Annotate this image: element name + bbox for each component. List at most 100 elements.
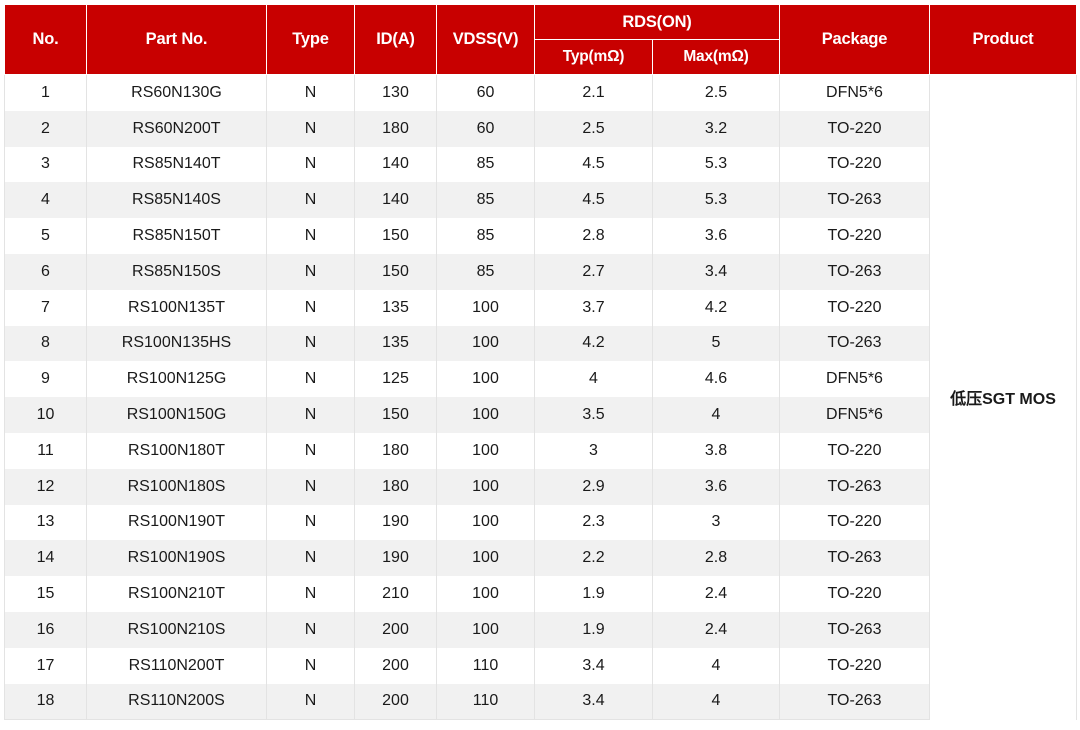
cell-rds-typ: 2.5 [534,110,653,147]
column-header-rds-max[interactable]: Max(mΩ) [652,39,780,75]
cell-part-no: RS100N180S [86,468,267,505]
table-row[interactable]: 18 RS110N200S N 200 110 3.4 4 TO-263 [4,683,1077,721]
cell-package: TO-220 [779,289,930,326]
cell-no: 5 [4,218,87,254]
table-row[interactable]: 7 RS100N135T N 135 100 3.7 4.2 TO-220 [4,289,1077,326]
table-header: No. Part No. Type ID(A) VDSS(V) RDS(ON) … [4,4,1077,75]
column-header-package[interactable]: Package [779,4,930,75]
cell-package: TO-263 [779,468,930,505]
cell-vdss: 100 [436,611,535,648]
table-row[interactable]: 15 RS100N210T N 210 100 1.9 2.4 TO-220 [4,576,1077,612]
cell-type: N [266,683,355,721]
table-row[interactable]: 2 RS60N200T N 180 60 2.5 3.2 TO-220 [4,110,1077,147]
cell-type: N [266,110,355,147]
column-header-rds-typ[interactable]: Typ(mΩ) [534,39,653,75]
column-header-no[interactable]: No. [4,4,87,75]
table-row[interactable]: 5 RS85N150T N 150 85 2.8 3.6 TO-220 [4,218,1077,254]
cell-vdss: 100 [436,432,535,469]
table-row[interactable]: 14 RS100N190S N 190 100 2.2 2.8 TO-263 [4,540,1077,577]
table-row[interactable]: 6 RS85N150S N 150 85 2.7 3.4 TO-263 [4,253,1077,290]
cell-package: TO-263 [779,611,930,648]
cell-no: 18 [4,683,87,721]
cell-id: 125 [354,361,437,398]
column-header-rds-on[interactable]: RDS(ON) [534,4,780,40]
cell-vdss: 85 [436,146,535,183]
cell-rds-max: 3.8 [652,432,780,469]
cell-package: TO-220 [779,504,930,541]
cell-id: 180 [354,468,437,505]
cell-part-no: RS85N150T [86,218,267,254]
table-row[interactable]: 13 RS100N190T N 190 100 2.3 3 TO-220 [4,504,1077,541]
cell-id: 150 [354,218,437,254]
table-row[interactable]: 17 RS110N200T N 200 110 3.4 4 TO-220 [4,647,1077,684]
cell-rds-max: 3.2 [652,110,780,147]
table-row[interactable]: 10 RS100N150G N 150 100 3.5 4 DFN5*6 [4,397,1077,433]
cell-package: TO-220 [779,647,930,684]
cell-rds-max: 4 [652,647,780,684]
cell-vdss: 60 [436,73,535,111]
cell-type: N [266,432,355,469]
cell-rds-typ: 1.9 [534,611,653,648]
cell-rds-typ: 3.4 [534,647,653,684]
cell-no: 14 [4,540,87,577]
product-specification-table: No. Part No. Type ID(A) VDSS(V) RDS(ON) … [4,4,1077,721]
cell-part-no: RS100N135T [86,289,267,326]
cell-package: TO-263 [779,253,930,290]
cell-no: 6 [4,253,87,290]
cell-rds-typ: 4.5 [534,146,653,183]
cell-type: N [266,611,355,648]
cell-package: DFN5*6 [779,397,930,433]
table-row[interactable]: 1 RS60N130G N 130 60 2.1 2.5 DFN5*6 低压SGT MOS [4,73,1077,720]
cell-vdss: 85 [436,253,535,290]
cell-type: N [266,218,355,254]
cell-rds-typ: 3.4 [534,683,653,721]
table-row[interactable]: 3 RS85N140T N 140 85 4.5 5.3 TO-220 [4,146,1077,183]
cell-vdss: 100 [436,289,535,326]
cell-no: 4 [4,182,87,219]
cell-vdss: 60 [436,110,535,147]
cell-vdss: 100 [436,325,535,362]
cell-no: 11 [4,432,87,469]
cell-type: N [266,576,355,612]
cell-type: N [266,647,355,684]
cell-no: 16 [4,611,87,648]
cell-no: 12 [4,468,87,505]
cell-vdss: 100 [436,397,535,433]
cell-rds-typ: 4 [534,361,653,398]
table-row[interactable]: 16 RS100N210S N 200 100 1.9 2.4 TO-263 [4,611,1077,648]
table-row[interactable]: 8 RS100N135HS N 135 100 4.2 5 TO-263 [4,325,1077,362]
table-row[interactable]: 11 RS100N180T N 180 100 3 3.8 TO-220 [4,432,1077,469]
table-row[interactable]: 9 RS100N125G N 125 100 4 4.6 DFN5*6 [4,361,1077,398]
cell-no: 3 [4,146,87,183]
cell-package: TO-263 [779,182,930,219]
cell-rds-typ: 1.9 [534,576,653,612]
table-row[interactable]: 4 RS85N140S N 140 85 4.5 5.3 TO-263 [4,182,1077,219]
cell-rds-max: 3.6 [652,218,780,254]
cell-part-no: RS100N180T [86,432,267,469]
column-header-vdss[interactable]: VDSS(V) [436,4,535,75]
cell-package: DFN5*6 [779,73,930,111]
column-header-part-no[interactable]: Part No. [86,4,267,75]
table-row[interactable]: 12 RS100N180S N 180 100 2.9 3.6 TO-263 [4,468,1077,505]
cell-rds-max: 4.6 [652,361,780,398]
cell-package: TO-263 [779,325,930,362]
cell-part-no: RS100N150G [86,397,267,433]
cell-vdss: 110 [436,647,535,684]
cell-vdss: 85 [436,182,535,219]
column-header-id[interactable]: ID(A) [354,4,437,75]
cell-package: TO-220 [779,432,930,469]
cell-rds-typ: 4.2 [534,325,653,362]
cell-id: 190 [354,504,437,541]
cell-type: N [266,253,355,290]
cell-no: 9 [4,361,87,398]
cell-no: 17 [4,647,87,684]
cell-package: TO-220 [779,146,930,183]
cell-part-no: RS100N135HS [86,325,267,362]
column-header-type[interactable]: Type [266,4,355,75]
column-header-product[interactable]: Product [929,4,1077,75]
cell-rds-typ: 2.8 [534,218,653,254]
cell-part-no: RS85N140T [86,146,267,183]
cell-id: 140 [354,146,437,183]
cell-rds-typ: 2.1 [534,73,653,111]
cell-part-no: RS100N210T [86,576,267,612]
